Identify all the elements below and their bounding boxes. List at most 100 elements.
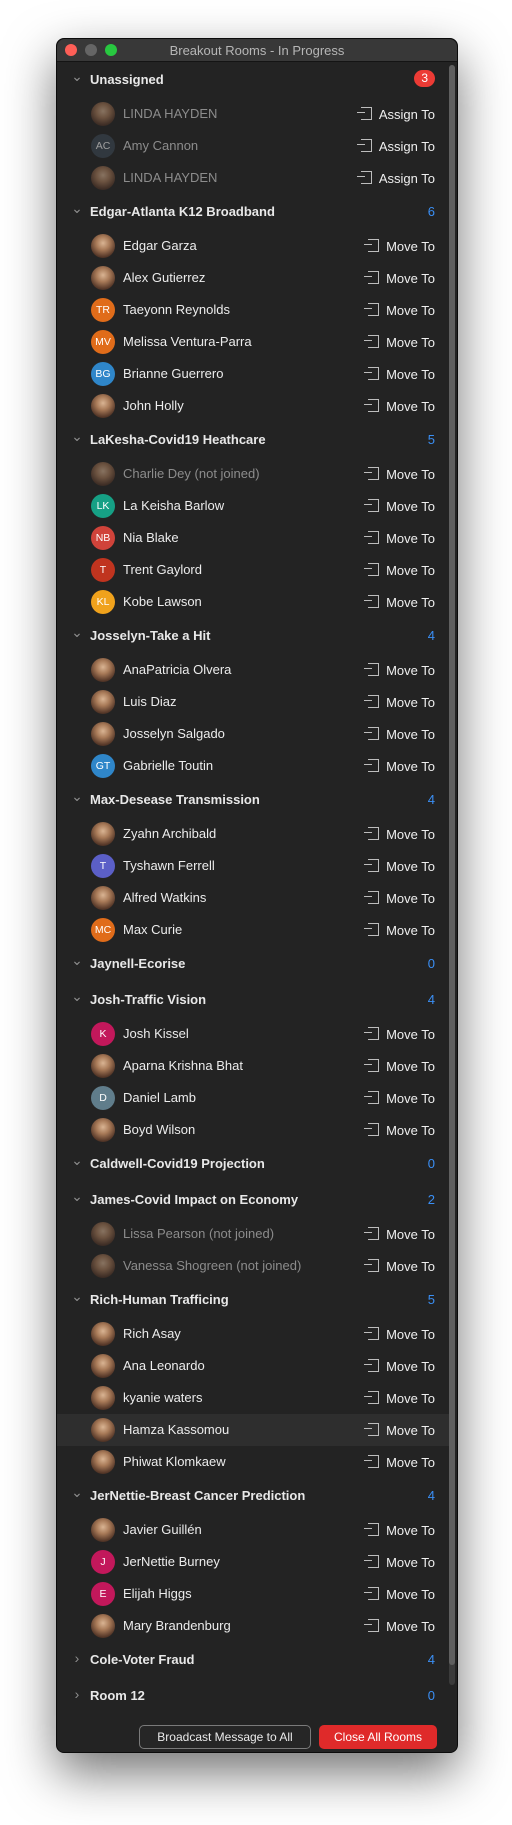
chevron-down-icon[interactable] <box>71 1156 83 1168</box>
participant-row[interactable]: Boyd Wilson Move To <box>57 1114 449 1146</box>
move-to-button[interactable]: Move To <box>364 1390 435 1406</box>
participant-row[interactable]: Alfred Watkins Move To <box>57 882 449 914</box>
chevron-right-icon[interactable] <box>71 1688 83 1700</box>
move-to-button[interactable]: Move To <box>364 1258 435 1274</box>
move-to-button[interactable]: Move To <box>364 1226 435 1242</box>
move-to-button[interactable]: Move To <box>364 1618 435 1634</box>
room-header[interactable]: Unassigned 3 <box>57 62 449 98</box>
room-header[interactable]: Rich-Human Trafficing 5 <box>57 1282 449 1318</box>
move-to-button[interactable]: Move To <box>364 498 435 514</box>
participant-row[interactable]: Josselyn Salgado Move To <box>57 718 449 750</box>
chevron-right-icon[interactable] <box>71 1652 83 1664</box>
move-to-button[interactable]: Move To <box>364 1554 435 1570</box>
chevron-down-icon[interactable] <box>71 204 83 216</box>
chevron-down-icon[interactable] <box>71 792 83 804</box>
participant-row[interactable]: LINDA HAYDEN Assign To <box>57 162 449 194</box>
participant-row[interactable]: LK La Keisha Barlow Move To <box>57 490 449 522</box>
chevron-down-icon[interactable] <box>71 992 83 1004</box>
move-to-button[interactable]: Move To <box>364 302 435 318</box>
move-to-button[interactable]: Move To <box>364 270 435 286</box>
room-header[interactable]: Josselyn-Take a Hit 4 <box>57 618 449 654</box>
participant-row[interactable]: KL Kobe Lawson Move To <box>57 586 449 618</box>
chevron-down-icon[interactable] <box>71 956 83 968</box>
room-header[interactable]: Max-Desease Transmission 4 <box>57 782 449 818</box>
participant-row[interactable]: T Trent Gaylord Move To <box>57 554 449 586</box>
chevron-down-icon[interactable] <box>71 1292 83 1304</box>
participant-row[interactable]: K Josh Kissel Move To <box>57 1018 449 1050</box>
participant-row[interactable]: T Tyshawn Ferrell Move To <box>57 850 449 882</box>
move-to-button[interactable]: Move To <box>364 1586 435 1602</box>
participant-row[interactable]: Zyahn Archibald Move To <box>57 818 449 850</box>
broadcast-message-button[interactable]: Broadcast Message to All <box>139 1725 311 1749</box>
move-to-button[interactable]: Move To <box>364 1026 435 1042</box>
participant-row[interactable]: Rich Asay Move To <box>57 1318 449 1350</box>
participant-row[interactable]: J JerNettie Burney Move To <box>57 1546 449 1578</box>
move-to-button[interactable]: Move To <box>364 826 435 842</box>
participant-row[interactable]: MV Melissa Ventura-Parra Move To <box>57 326 449 358</box>
participant-row[interactable]: John Holly Move To <box>57 390 449 422</box>
chevron-down-icon[interactable] <box>71 1488 83 1500</box>
participant-row[interactable]: kyanie waters Move To <box>57 1382 449 1414</box>
participant-row[interactable]: Aparna Krishna Bhat Move To <box>57 1050 449 1082</box>
assign-to-button[interactable]: Assign To <box>356 170 435 186</box>
move-to-button[interactable]: Move To <box>364 594 435 610</box>
participant-row[interactable]: LINDA HAYDEN Assign To <box>57 98 449 130</box>
move-to-button[interactable]: Move To <box>364 562 435 578</box>
participant-row[interactable]: E Elijah Higgs Move To <box>57 1578 449 1610</box>
move-to-button[interactable]: Move To <box>364 662 435 678</box>
move-to-button[interactable]: Move To <box>364 1326 435 1342</box>
move-to-button[interactable]: Move To <box>364 466 435 482</box>
move-to-button[interactable]: Move To <box>364 530 435 546</box>
move-to-button[interactable]: Move To <box>364 238 435 254</box>
room-header[interactable]: Edgar-Atlanta K12 Broadband 6 <box>57 194 449 230</box>
participant-row[interactable]: TR Taeyonn Reynolds Move To <box>57 294 449 326</box>
chevron-down-icon[interactable] <box>71 72 83 84</box>
room-header[interactable]: Jaynell-Ecorise 0 <box>57 946 449 982</box>
move-to-button[interactable]: Move To <box>364 366 435 382</box>
participant-row[interactable]: Ana Leonardo Move To <box>57 1350 449 1382</box>
chevron-down-icon[interactable] <box>71 628 83 640</box>
move-to-button[interactable]: Move To <box>364 694 435 710</box>
participant-row[interactable]: Javier Guillén Move To <box>57 1514 449 1546</box>
participant-row[interactable]: AnaPatricia Olvera Move To <box>57 654 449 686</box>
assign-to-button[interactable]: Assign To <box>356 106 435 122</box>
participant-row[interactable]: GT Gabrielle Toutin Move To <box>57 750 449 782</box>
move-to-button[interactable]: Move To <box>364 1422 435 1438</box>
participant-row[interactable]: Vanessa Shogreen (not joined) Move To <box>57 1250 449 1282</box>
move-to-button[interactable]: Move To <box>364 758 435 774</box>
participant-row[interactable]: Charlie Dey (not joined) Move To <box>57 458 449 490</box>
room-header[interactable]: LaKesha-Covid19 Heathcare 5 <box>57 422 449 458</box>
participant-row[interactable]: Alex Gutierrez Move To <box>57 262 449 294</box>
chevron-down-icon[interactable] <box>71 432 83 444</box>
participant-row[interactable]: Hamza Kassomou Move To <box>57 1414 449 1446</box>
participant-row[interactable]: AC Amy Cannon Assign To <box>57 130 449 162</box>
participant-row[interactable]: NB Nia Blake Move To <box>57 522 449 554</box>
participant-row[interactable]: MC Max Curie Move To <box>57 914 449 946</box>
participant-row[interactable]: Luis Diaz Move To <box>57 686 449 718</box>
assign-to-button[interactable]: Assign To <box>356 138 435 154</box>
move-to-button[interactable]: Move To <box>364 1122 435 1138</box>
move-to-button[interactable]: Move To <box>364 890 435 906</box>
participant-row[interactable]: Lissa Pearson (not joined) Move To <box>57 1218 449 1250</box>
room-header[interactable]: JerNettie-Breast Cancer Prediction 4 <box>57 1478 449 1514</box>
participant-row[interactable]: Edgar Garza Move To <box>57 230 449 262</box>
move-to-button[interactable]: Move To <box>364 922 435 938</box>
move-to-button[interactable]: Move To <box>364 1358 435 1374</box>
move-to-button[interactable]: Move To <box>364 858 435 874</box>
room-header[interactable]: Josh-Traffic Vision 4 <box>57 982 449 1018</box>
move-to-button[interactable]: Move To <box>364 726 435 742</box>
room-header[interactable]: Caldwell-Covid19 Projection 0 <box>57 1146 449 1182</box>
chevron-down-icon[interactable] <box>71 1192 83 1204</box>
close-all-rooms-button[interactable]: Close All Rooms <box>319 1725 437 1749</box>
scrollbar-thumb[interactable] <box>449 65 455 1665</box>
room-header[interactable]: Cole-Voter Fraud 4 <box>57 1642 449 1678</box>
participant-row[interactable]: Mary Brandenburg Move To <box>57 1610 449 1642</box>
participant-row[interactable]: Phiwat Klomkaew Move To <box>57 1446 449 1478</box>
participant-row[interactable]: BG Brianne Guerrero Move To <box>57 358 449 390</box>
move-to-button[interactable]: Move To <box>364 334 435 350</box>
room-header[interactable]: Room 12 0 <box>57 1678 449 1714</box>
move-to-button[interactable]: Move To <box>364 1454 435 1470</box>
move-to-button[interactable]: Move To <box>364 1058 435 1074</box>
move-to-button[interactable]: Move To <box>364 1090 435 1106</box>
move-to-button[interactable]: Move To <box>364 398 435 414</box>
